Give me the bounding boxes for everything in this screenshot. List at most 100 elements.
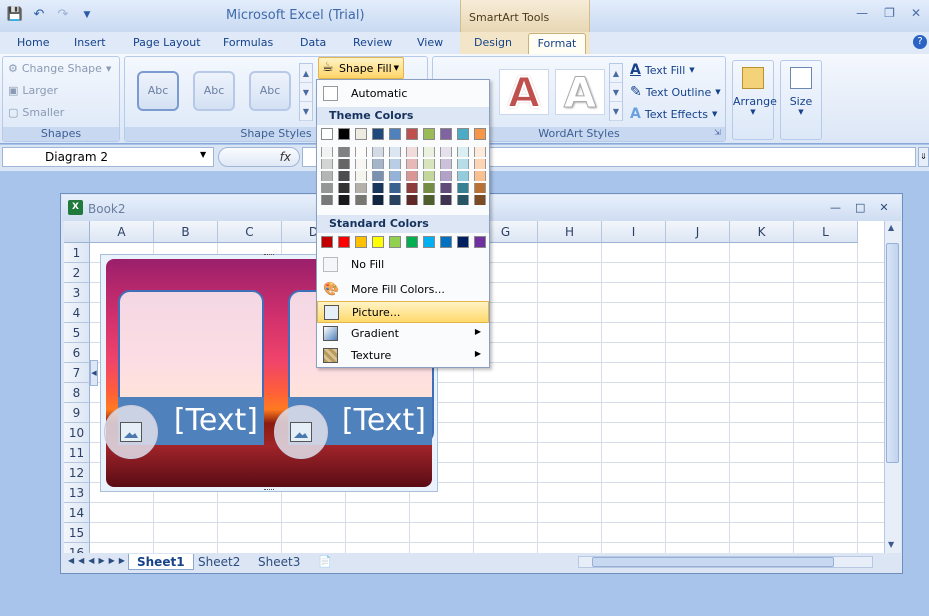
theme-color-shade[interactable]	[355, 171, 367, 181]
standard-color-swatch[interactable]	[338, 236, 350, 248]
wordart-scroller[interactable]: ▲ ▼ ▼	[609, 63, 623, 121]
theme-color-shade[interactable]	[338, 171, 350, 181]
row-header-14[interactable]: 14	[64, 503, 90, 523]
theme-color-swatch[interactable]	[338, 128, 350, 140]
expand-formula-bar-icon[interactable]: ⇓	[918, 147, 929, 167]
theme-color-shade[interactable]	[389, 183, 401, 193]
theme-color-shade[interactable]	[457, 195, 469, 205]
picture-placeholder-2[interactable]	[274, 405, 328, 459]
sheet-tab-sheet2[interactable]: Sheet2	[190, 554, 248, 570]
scroll-up-icon[interactable]: ▲	[300, 64, 312, 83]
theme-color-shade[interactable]	[338, 195, 350, 205]
tab-review[interactable]: Review	[353, 36, 392, 49]
standard-color-swatch[interactable]	[355, 236, 367, 248]
row-header-16[interactable]: 16	[64, 543, 90, 553]
minimize-icon[interactable]: —	[856, 6, 868, 20]
theme-color-swatch[interactable]	[440, 128, 452, 140]
shape-fill-button[interactable]: ☕ Shape Fill ▼	[318, 57, 404, 79]
theme-color-shade[interactable]	[474, 195, 486, 205]
theme-color-swatch[interactable]	[372, 128, 384, 140]
theme-color-swatch[interactable]	[457, 128, 469, 140]
theme-color-shade[interactable]	[474, 159, 486, 169]
theme-color-shade[interactable]	[355, 195, 367, 205]
shape-style-2[interactable]: Abc	[193, 71, 235, 111]
scroll-down-icon[interactable]: ▼	[300, 83, 312, 102]
wb-minimize-icon[interactable]: —	[830, 201, 841, 214]
text-outline-button[interactable]: ✎ Text Outline ▼	[630, 84, 721, 100]
theme-color-shade[interactable]	[406, 159, 418, 169]
wordart-more-icon[interactable]: ▼	[610, 102, 622, 121]
row-header-1[interactable]: 1	[64, 243, 90, 263]
larger-button[interactable]: ▣ Larger	[8, 84, 58, 97]
column-header-l[interactable]: L	[794, 221, 858, 243]
dialog-launcher-icon[interactable]: ⇲	[714, 128, 721, 137]
theme-color-shade[interactable]	[355, 183, 367, 193]
theme-color-shade[interactable]	[372, 159, 384, 169]
text-fill-button[interactable]: A Text Fill ▼	[630, 62, 695, 78]
shape-styles-scroller[interactable]: ▲ ▼ ▼	[299, 63, 313, 121]
theme-color-shade[interactable]	[440, 195, 452, 205]
save-icon[interactable]: 💾	[4, 4, 26, 26]
theme-color-shade[interactable]	[457, 171, 469, 181]
theme-color-swatch[interactable]	[474, 128, 486, 140]
wordart-style-white[interactable]: A	[555, 69, 605, 116]
row-header-15[interactable]: 15	[64, 523, 90, 543]
tab-insert[interactable]: Insert	[74, 36, 106, 49]
sheet-nav-arrows-icon[interactable]: ◀◀◀▶▶▶	[68, 556, 129, 565]
row-header-12[interactable]: 12	[64, 463, 90, 483]
theme-color-swatch[interactable]	[355, 128, 367, 140]
close-icon[interactable]: ✕	[911, 6, 921, 20]
theme-color-shade[interactable]	[440, 171, 452, 181]
undo-icon[interactable]: ↶	[28, 4, 50, 26]
menu-item-more-fill-colors[interactable]: 🎨 More Fill Colors...	[317, 279, 489, 301]
theme-color-swatch[interactable]	[423, 128, 435, 140]
arrange-button[interactable]: Arrange ▼	[732, 60, 777, 140]
wb-close-icon[interactable]: ✕	[879, 201, 888, 214]
customize-qat-icon[interactable]: ▼	[76, 4, 98, 26]
row-header-8[interactable]: 8	[64, 383, 90, 403]
theme-color-shade[interactable]	[372, 195, 384, 205]
theme-color-shade[interactable]	[457, 147, 469, 157]
theme-color-shade[interactable]	[389, 147, 401, 157]
theme-color-shade[interactable]	[372, 147, 384, 157]
shape-style-3[interactable]: Abc	[249, 71, 291, 111]
standard-color-swatch[interactable]	[406, 236, 418, 248]
column-header-k[interactable]: K	[730, 221, 794, 243]
insert-sheet-icon[interactable]: 📄	[318, 555, 332, 568]
theme-color-shade[interactable]	[474, 171, 486, 181]
theme-color-swatch[interactable]	[406, 128, 418, 140]
wb-restore-icon[interactable]: □	[855, 201, 865, 214]
wordart-scroll-up-icon[interactable]: ▲	[610, 64, 622, 83]
theme-color-shade[interactable]	[474, 183, 486, 193]
theme-color-shade[interactable]	[321, 183, 333, 193]
resize-handle-bottom[interactable]	[264, 489, 274, 492]
standard-color-swatch[interactable]	[389, 236, 401, 248]
standard-color-swatch[interactable]	[440, 236, 452, 248]
name-box-dropdown-icon[interactable]: ▼	[200, 150, 206, 159]
theme-color-shade[interactable]	[355, 159, 367, 169]
horizontal-scroll-thumb[interactable]	[592, 557, 834, 567]
theme-color-shade[interactable]	[389, 171, 401, 181]
insert-function-button[interactable]: fx	[218, 147, 300, 167]
standard-color-swatch[interactable]	[423, 236, 435, 248]
row-header-11[interactable]: 11	[64, 443, 90, 463]
theme-color-shade[interactable]	[423, 171, 435, 181]
theme-color-shade[interactable]	[423, 159, 435, 169]
column-header-b[interactable]: B	[154, 221, 218, 243]
tab-data[interactable]: Data	[300, 36, 326, 49]
row-header-10[interactable]: 10	[64, 423, 90, 443]
row-header-2[interactable]: 2	[64, 263, 90, 283]
scroll-down-arrow-icon[interactable]: ▼	[888, 540, 894, 549]
row-header-4[interactable]: 4	[64, 303, 90, 323]
theme-color-shade[interactable]	[389, 195, 401, 205]
select-all-corner[interactable]	[64, 221, 90, 243]
standard-color-swatch[interactable]	[474, 236, 486, 248]
standard-color-swatch[interactable]	[372, 236, 384, 248]
text-pane-toggle-icon[interactable]: ◀	[90, 360, 98, 386]
theme-color-swatch[interactable]	[321, 128, 333, 140]
sheet-tab-sheet1[interactable]: Sheet1	[128, 554, 194, 570]
resize-handle-top[interactable]	[264, 254, 274, 257]
wordart-scroll-down-icon[interactable]: ▼	[610, 83, 622, 102]
smaller-button[interactable]: ▢ Smaller	[8, 106, 64, 119]
text-effects-button[interactable]: A Text Effects ▼	[630, 106, 717, 122]
